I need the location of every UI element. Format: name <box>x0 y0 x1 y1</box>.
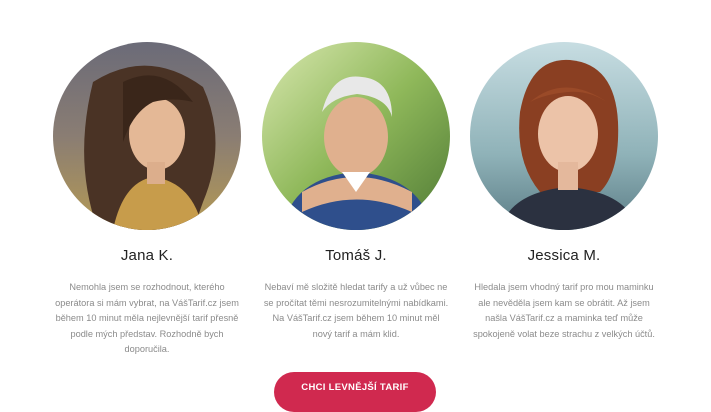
testimonial-photo <box>470 42 658 230</box>
older-man-portrait-photo <box>262 42 450 230</box>
testimonial-photo <box>53 42 241 230</box>
testimonial-photo <box>262 42 450 230</box>
testimonial-name: Jessica M. <box>527 247 601 264</box>
testimonial-card-tomas: Tomáš J. Nebaví mě složitě hledat tarify… <box>256 42 456 342</box>
testimonial-quote: Nemohla jsem se rozhodnout, kterého oper… <box>55 282 239 354</box>
testimonial-name: Tomáš J. <box>325 247 387 264</box>
young-woman-portrait-photo <box>470 42 658 230</box>
testimonial-quote: Nebaví mě složitě hledat tarify a už vůb… <box>263 282 449 339</box>
woman-portrait-photo <box>53 42 241 230</box>
testimonial-card-jana: Jana K. Nemohla jsem se rozhodnout, kter… <box>47 42 247 358</box>
testimonial-quote: Hledala jsem vhodný tarif pro mou mamink… <box>473 282 655 339</box>
cta-cheaper-tariff-button[interactable]: CHCI LEVNĚJŠÍ TARIF <box>274 372 436 412</box>
testimonial-name: Jana K. <box>120 247 174 264</box>
testimonial-card-jessica: Jessica M. Hledala jsem vhodný tarif pro… <box>464 42 664 342</box>
